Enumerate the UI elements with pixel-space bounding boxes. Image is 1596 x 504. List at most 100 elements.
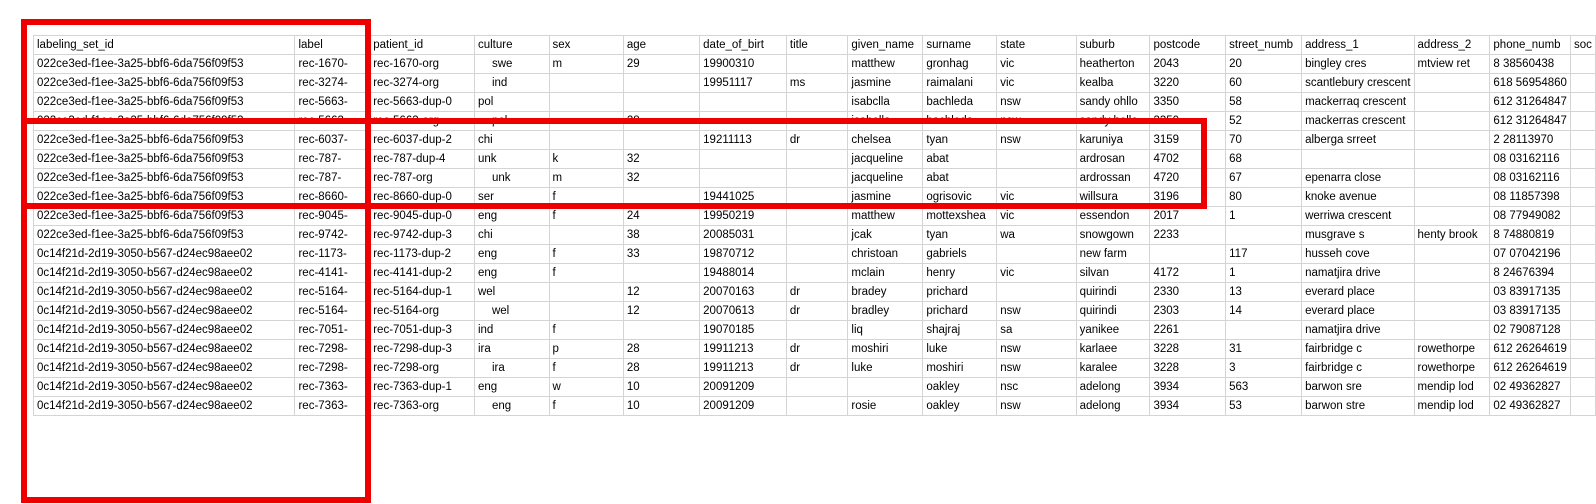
cell-patient-id[interactable]: rec-787-org [369,168,475,188]
cell-address-2[interactable]: mtview ret [1413,54,1491,74]
cell-state[interactable]: nsw [996,396,1077,416]
cell-soc[interactable] [1569,168,1596,188]
cell-title[interactable]: dr [785,339,849,359]
cell-culture[interactable]: eng [473,377,550,397]
cell-sex[interactable] [548,301,624,321]
cell-label[interactable]: rec-5663- [294,111,371,131]
cell-street-number[interactable]: 53 [1225,396,1303,416]
cell-culture[interactable]: pol [473,92,550,112]
cell-suburb[interactable]: heatherton [1075,54,1151,74]
cell-sex[interactable]: m [548,54,624,74]
cell-surname[interactable]: shajraj [922,320,998,340]
cell-labeling-set-id[interactable]: 022ce3ed-f1ee-3a25-bbf6-6da756f09f53 [32,149,296,169]
cell-labeling-set-id[interactable]: 022ce3ed-f1ee-3a25-bbf6-6da756f09f53 [32,206,296,226]
cell-title[interactable]: dr [785,301,849,321]
cell-title[interactable]: dr [785,358,849,378]
cell-patient-id[interactable]: rec-9045-dup-0 [369,206,475,226]
cell-phone-number[interactable]: 612 31264847 [1489,92,1571,112]
cell-surname[interactable]: prichard [922,282,998,302]
cell-sex[interactable]: f [548,396,624,416]
cell-title[interactable] [785,320,849,340]
cell-phone-number[interactable]: 02 49362827 [1489,396,1571,416]
cell-street-number[interactable] [1225,320,1303,340]
cell-phone-number[interactable]: 8 74880819 [1489,225,1571,245]
cell-sex[interactable]: p [548,339,624,359]
column-header-title[interactable]: title [785,35,849,55]
cell-date-of-birth[interactable]: 19441025 [699,187,787,207]
cell-culture[interactable]: unk [473,149,550,169]
cell-street-number[interactable]: 60 [1225,73,1303,93]
column-header-soc[interactable]: soc [1569,35,1596,55]
cell-given-name[interactable]: matthew [847,206,924,226]
cell-state[interactable] [996,168,1077,188]
cell-title[interactable] [785,187,849,207]
cell-address-2[interactable] [1413,282,1491,302]
cell-given-name[interactable]: bradley [847,301,924,321]
cell-state[interactable]: nsw [996,130,1077,150]
cell-age[interactable]: 38 [622,225,701,245]
cell-age[interactable]: 10 [622,396,701,416]
cell-phone-number[interactable]: 8 38560438 [1489,54,1571,74]
cell-postcode[interactable]: 2303 [1149,301,1227,321]
column-header-address-1[interactable]: address_1 [1301,35,1415,55]
cell-labeling-set-id[interactable]: 022ce3ed-f1ee-3a25-bbf6-6da756f09f53 [32,54,296,74]
cell-address-1[interactable]: namatjira drive [1301,263,1415,283]
cell-title[interactable] [785,111,849,131]
cell-soc[interactable] [1569,339,1596,359]
cell-address-2[interactable] [1413,73,1491,93]
cell-state[interactable]: vic [996,54,1077,74]
cell-sex[interactable]: m [548,168,624,188]
cell-title[interactable]: dr [785,130,849,150]
cell-patient-id[interactable]: rec-7051-dup-3 [369,320,475,340]
cell-age[interactable] [622,73,701,93]
column-header-address-2[interactable]: address_2 [1413,35,1491,55]
cell-label[interactable]: rec-787- [294,168,371,188]
cell-surname[interactable]: prichard [922,301,998,321]
cell-surname[interactable]: gronhag [922,54,998,74]
cell-labeling-set-id[interactable]: 0c14f21d-2d19-3050-b567-d24ec98aee02 [32,244,296,264]
cell-suburb[interactable]: kealba [1075,73,1151,93]
cell-date-of-birth[interactable]: 20070613 [699,301,787,321]
cell-state[interactable]: nsw [996,111,1077,131]
cell-culture[interactable]: eng [473,263,550,283]
cell-address-1[interactable]: knoke avenue [1301,187,1415,207]
cell-soc[interactable] [1569,73,1596,93]
cell-phone-number[interactable]: 8 24676394 [1489,263,1571,283]
cell-title[interactable] [785,263,849,283]
cell-culture[interactable]: ind [473,73,550,93]
cell-date-of-birth[interactable]: 19900310 [699,54,787,74]
cell-title[interactable] [785,225,849,245]
cell-street-number[interactable]: 58 [1225,92,1303,112]
cell-address-1[interactable] [1301,149,1415,169]
cell-surname[interactable]: moshiri [922,358,998,378]
cell-sex[interactable] [548,282,624,302]
cell-address-2[interactable] [1413,149,1491,169]
column-header-sex[interactable]: sex [548,35,624,55]
cell-label[interactable]: rec-3274- [294,73,371,93]
cell-state[interactable]: nsw [996,339,1077,359]
cell-suburb[interactable]: sandy hollo [1075,111,1151,131]
cell-postcode[interactable]: 3196 [1149,187,1227,207]
cell-sex[interactable]: f [548,320,624,340]
cell-soc[interactable] [1569,282,1596,302]
cell-postcode[interactable]: 3934 [1149,377,1227,397]
cell-address-2[interactable] [1413,301,1491,321]
cell-culture[interactable]: wel [473,282,550,302]
cell-street-number[interactable]: 68 [1225,149,1303,169]
cell-label[interactable]: rec-1670- [294,54,371,74]
cell-suburb[interactable]: karalee [1075,358,1151,378]
cell-label[interactable]: rec-7051- [294,320,371,340]
cell-culture[interactable]: eng [473,244,550,264]
cell-age[interactable]: 10 [622,377,701,397]
cell-address-1[interactable]: everard place [1301,282,1415,302]
cell-culture[interactable]: ser [473,187,550,207]
cell-date-of-birth[interactable]: 19070185 [699,320,787,340]
cell-state[interactable] [996,282,1077,302]
cell-suburb[interactable]: quirindi [1075,282,1151,302]
cell-culture[interactable]: ira [473,339,550,359]
cell-address-1[interactable]: husseh cove [1301,244,1415,264]
cell-soc[interactable] [1569,244,1596,264]
cell-address-1[interactable]: fairbridge c [1301,339,1415,359]
cell-given-name[interactable]: isabclla [847,92,924,112]
cell-soc[interactable] [1569,206,1596,226]
